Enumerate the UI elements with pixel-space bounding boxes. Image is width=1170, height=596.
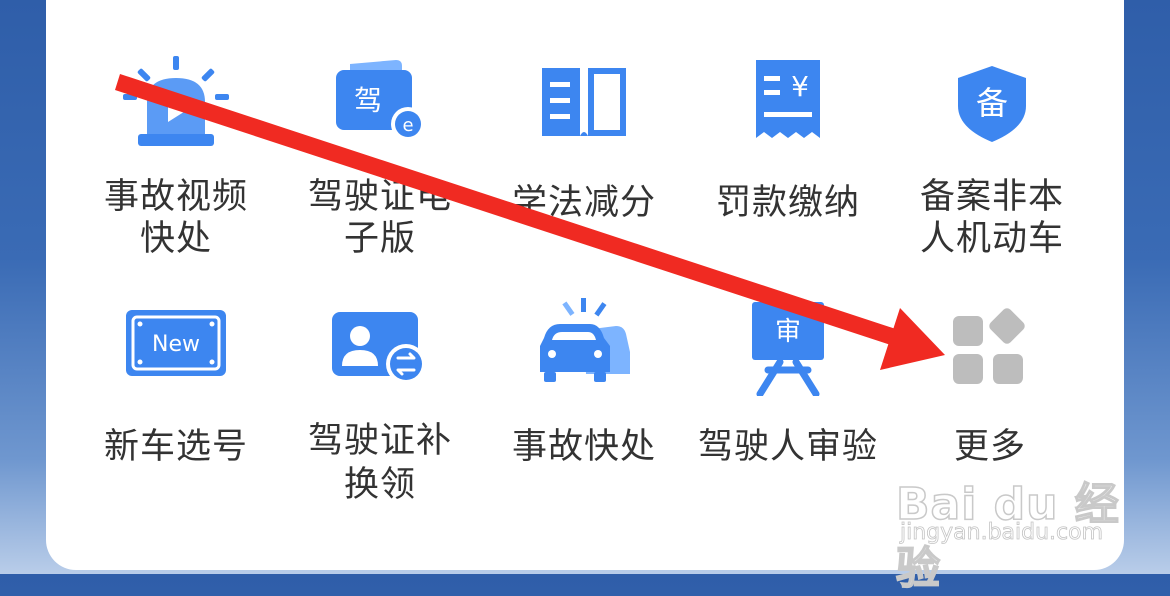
svg-text:驾: 驾 bbox=[354, 84, 382, 117]
tile-label: 更多 bbox=[953, 427, 1026, 467]
tile-label: 事故快处 bbox=[511, 427, 656, 467]
tile-e-license[interactable]: 驾 e 驾驶证电 子版 bbox=[280, 0, 480, 290]
tile-label: 事故视频 bbox=[103, 177, 248, 217]
svg-text:New: New bbox=[152, 332, 200, 357]
tile-label-line2: 子版 bbox=[343, 219, 416, 259]
tile-driver-audit[interactable]: 审 驾驶人审验 bbox=[688, 290, 888, 574]
more-grid-icon bbox=[953, 308, 1025, 384]
tile-label-line2: 人机动车 bbox=[919, 219, 1064, 259]
book-icon bbox=[542, 68, 626, 136]
svg-text:备: 备 bbox=[976, 84, 1008, 122]
tile-label: 驾驶证补 bbox=[307, 421, 452, 461]
tile-accident-quick[interactable]: 事故快处 bbox=[484, 290, 684, 574]
svg-text:e: e bbox=[402, 115, 413, 136]
tile-pay-fine[interactable]: ¥ 罚款缴纳 bbox=[688, 0, 888, 290]
tile-label-line2: 换领 bbox=[343, 465, 416, 505]
svg-text:审: 审 bbox=[775, 317, 801, 347]
tile-label: 罚款缴纳 bbox=[715, 183, 860, 223]
shield-icon: 备 bbox=[958, 66, 1026, 142]
tile-label: 驾驶证电 bbox=[307, 177, 452, 217]
svg-text:¥: ¥ bbox=[791, 70, 809, 103]
license-renew-icon bbox=[332, 312, 426, 384]
tile-license-renew[interactable]: 驾驶证补 换领 bbox=[280, 290, 480, 574]
tile-label: 新车选号 bbox=[103, 427, 248, 467]
tile-study-law[interactable]: 学法减分 bbox=[484, 0, 684, 290]
tile-new-plate[interactable]: New 新车选号 bbox=[76, 290, 276, 574]
license-e-icon: 驾 e bbox=[336, 60, 425, 141]
tile-label-line2: 快处 bbox=[139, 219, 212, 259]
tile-accident-video[interactable]: 事故视频 快处 bbox=[76, 0, 276, 290]
tile-label: 学法减分 bbox=[511, 183, 656, 223]
tile-label: 备案非本 bbox=[919, 177, 1064, 217]
baidu-jingyan-watermark: Bai du 经验 jingyan.baidu.com bbox=[895, 468, 1126, 595]
audit-board-icon: 审 bbox=[752, 302, 824, 396]
alarm-siren-icon bbox=[123, 56, 229, 146]
tile-label: 驾驶人审验 bbox=[697, 427, 878, 467]
new-plate-icon: New bbox=[126, 310, 226, 376]
receipt-yen-icon: ¥ bbox=[756, 60, 820, 138]
car-collision-icon bbox=[540, 298, 630, 382]
tile-register-vehicle[interactable]: 备 备案非本 人机动车 bbox=[892, 0, 1092, 290]
watermark-url: jingyan.baidu.com bbox=[900, 520, 1104, 546]
